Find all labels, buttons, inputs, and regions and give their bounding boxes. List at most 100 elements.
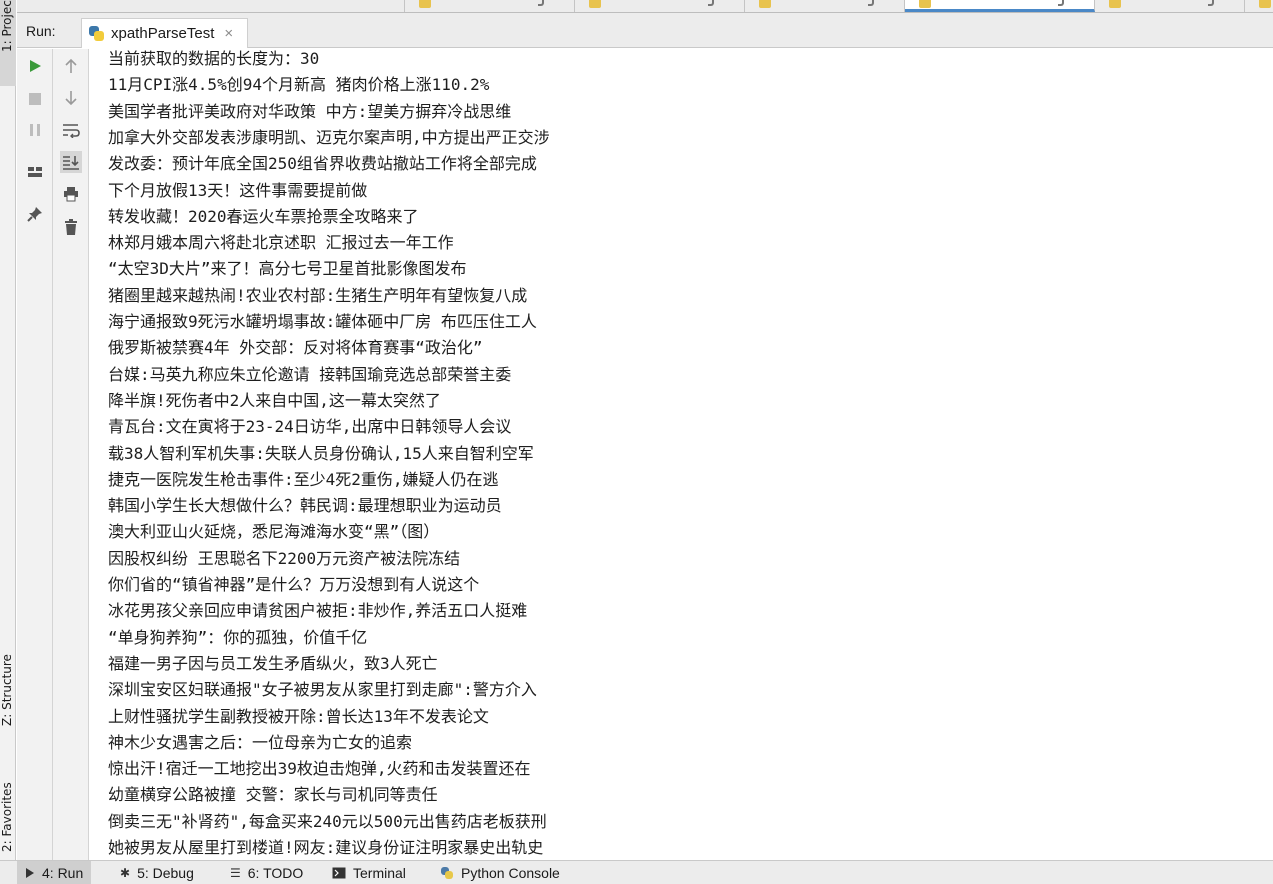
favorites-tool-tab[interactable]: 2: Favorites: [0, 752, 16, 852]
editor-tab[interactable]: [1095, 0, 1245, 12]
project-tool-tab[interactable]: 1: Project: [0, 0, 16, 86]
bottom-tool-bar: 4: Run ✱ 5: Debug ☰ 6: TODO Terminal Pyt…: [0, 860, 1273, 884]
pin-icon: [27, 207, 42, 222]
play-icon: [26, 868, 34, 878]
console-line: 捷克一医院发生枪击事件:至少4死2重伤,嫌疑人仍在逃: [108, 469, 499, 489]
editor-tab[interactable]: [1245, 0, 1273, 12]
console-line: 海宁通报致9死污水罐坍塌事故:罐体砸中厂房 布匹压住工人: [108, 312, 537, 331]
console-line: 惊出汗!宿迁一工地挖出39枚迫击炮弹,火药和击发装置还在: [108, 759, 531, 779]
tool-tab-debug-label: 5: Debug: [137, 865, 194, 881]
console-line: “太空3D大片”来了！高分七号卫星首批影像图发布: [108, 259, 467, 279]
python-file-icon: [1109, 0, 1121, 8]
console-line: 发改委：预计年底全国250组省界收费站撤站工作将全部完成: [108, 154, 537, 174]
console-line: 当前获取的数据的长度为：30: [108, 49, 320, 68]
structure-tool-tab-label: Z: Structure: [0, 654, 14, 726]
todo-list-icon: ☰: [230, 866, 241, 880]
console-line: 林郑月娥本周六将赴北京述职 汇报过去一年工作: [108, 233, 454, 253]
tool-tab-run-label: 4: Run: [42, 865, 84, 881]
console-line: 神木少女遇害之后：一位母亲为亡女的追索: [108, 732, 413, 752]
console-line: 倒卖三无"补肾药",每盒买来240元以500元出售药店老板获刑: [108, 811, 547, 831]
print-icon: [64, 187, 78, 202]
left-tool-strip: 1: Project Z: Structure 2: Favorites: [0, 0, 16, 860]
pause-button[interactable]: [24, 119, 46, 141]
console-line: 加拿大外交部发表涉康明凯、迈克尔案声明,中方提出严正交涉: [108, 127, 550, 147]
file-icon: [708, 0, 714, 6]
clear-all-button[interactable]: [60, 216, 82, 238]
run-toolbar-secondary: [53, 49, 89, 860]
rerun-button[interactable]: [24, 55, 46, 77]
tool-tab-terminal[interactable]: Terminal: [324, 861, 414, 884]
file-icon: [868, 0, 874, 6]
editor-tab[interactable]: [405, 0, 575, 12]
run-panel-header: Run: xpathParseTest ×: [17, 13, 1273, 48]
console-line: “单身狗养狗”：你的孤独，价值千亿: [108, 627, 368, 647]
structure-tool-tab[interactable]: Z: Structure: [0, 626, 16, 726]
layout-icon: [28, 167, 42, 177]
python-file-icon: [1259, 0, 1271, 8]
soft-wrap-button[interactable]: [60, 119, 82, 141]
tool-tab-todo-label: 6: TODO: [247, 865, 304, 881]
console-line: 猪圈里越来越热闹!农业农村部:生猪生产明年有望恢复八成: [108, 285, 528, 305]
console-line: 幼童横穿公路被撞 交警：家长与司机同等责任: [108, 785, 438, 805]
console-line: 冰花男孩父亲回应申请贫困户被拒:非炒作,养活五口人挺难: [108, 601, 528, 621]
python-file-icon: [589, 0, 601, 8]
favorites-tool-tab-label: 2: Favorites: [0, 782, 14, 852]
console-line: 俄罗斯被禁赛4年 外交部：反对将体育赛事“政治化”: [108, 338, 483, 358]
stop-icon: [29, 93, 41, 105]
console-line: 福建一男子因与员工发生矛盾纵火，致3人死亡: [108, 653, 438, 673]
run-config-tab[interactable]: xpathParseTest ×: [81, 18, 249, 48]
python-file-icon: [759, 0, 771, 8]
editor-tab-strip: [17, 0, 1273, 13]
stop-button[interactable]: [24, 88, 46, 110]
project-tool-tab-label: 1: Project: [0, 0, 14, 52]
next-occurrence-button[interactable]: [60, 87, 82, 109]
run-config-tab-label: xpathParseTest: [111, 25, 215, 42]
python-icon: [440, 866, 454, 880]
tool-tab-terminal-label: Terminal: [353, 865, 406, 881]
console-line: 你们省的“镇省神器”是什么？万万没想到有人说这个: [108, 575, 480, 594]
tool-tab-python-console[interactable]: Python Console: [432, 861, 568, 884]
trash-icon: [65, 219, 77, 235]
file-icon: [538, 0, 544, 6]
soft-wrap-icon: [63, 124, 80, 138]
python-file-icon: [919, 0, 931, 8]
editor-tab-active[interactable]: [905, 0, 1095, 12]
console-line: 深圳宝安区妇联通报"女子被男友从家里打到走廊":警方介入: [108, 680, 537, 700]
console-line: 下个月放假13天！这件事需要提前做: [108, 180, 368, 200]
console-line: 载38人智利军机失事:失联人员身份确认,15人来自智利空军: [108, 443, 534, 463]
run-label: Run:: [26, 23, 56, 39]
console-line: 因股权纠纷 王思聪名下2200万元资产被法院冻结: [108, 548, 461, 568]
editor-tab[interactable]: [745, 0, 905, 12]
scroll-to-end-icon: [63, 156, 79, 170]
play-icon: [30, 60, 41, 72]
bug-icon: ✱: [120, 866, 131, 880]
python-icon: [88, 25, 105, 42]
console-line: 11月CPI涨4.5%创94个月新高 猪肉价格上涨110.2%: [108, 75, 490, 95]
console-line: 转发收藏！2020春运火车票抢票全攻略来了: [108, 206, 419, 226]
console-output[interactable]: 当前获取的数据的长度为：30 11月CPI涨4.5%创94个月新高 猪肉价格上涨1…: [89, 49, 1273, 860]
editor-tab[interactable]: [575, 0, 745, 12]
console-line: 降半旗!死伤者中2人来自中国,这一幕太突然了: [108, 390, 441, 410]
restore-layout-button[interactable]: [24, 161, 46, 183]
close-icon[interactable]: ×: [224, 25, 233, 42]
terminal-icon: [332, 867, 346, 879]
previous-occurrence-button[interactable]: [60, 55, 82, 77]
tool-tab-python-console-label: Python Console: [461, 865, 560, 881]
tool-tab-debug[interactable]: ✱ 5: Debug: [112, 861, 202, 884]
arrow-down-icon: [65, 91, 77, 106]
tool-tab-run[interactable]: 4: Run: [17, 861, 92, 884]
tool-tab-todo[interactable]: ☰ 6: TODO: [222, 861, 311, 884]
file-icon: [1208, 0, 1214, 6]
arrow-up-icon: [65, 58, 77, 73]
editor-tab[interactable]: [17, 0, 405, 12]
console-line: 青瓦台:文在寅将于23-24日访华,出席中日韩领导人会议: [108, 417, 512, 437]
python-file-icon: [419, 0, 431, 8]
scroll-to-end-button[interactable]: [60, 151, 82, 173]
pin-tab-button[interactable]: [24, 203, 46, 225]
console-line: 美国学者批评美政府对华政策 中方:望美方摒弃冷战思维: [108, 101, 512, 121]
pause-icon: [30, 124, 40, 136]
print-button[interactable]: [60, 183, 82, 205]
file-icon: [1058, 0, 1064, 6]
console-line: 台媒:马英九称应朱立伦邀请 接韩国瑜竞选总部荣誉主委: [108, 364, 512, 384]
console-line: 澳大利亚山火延烧，悉尼海滩海水变“黑”（图）: [108, 522, 440, 542]
